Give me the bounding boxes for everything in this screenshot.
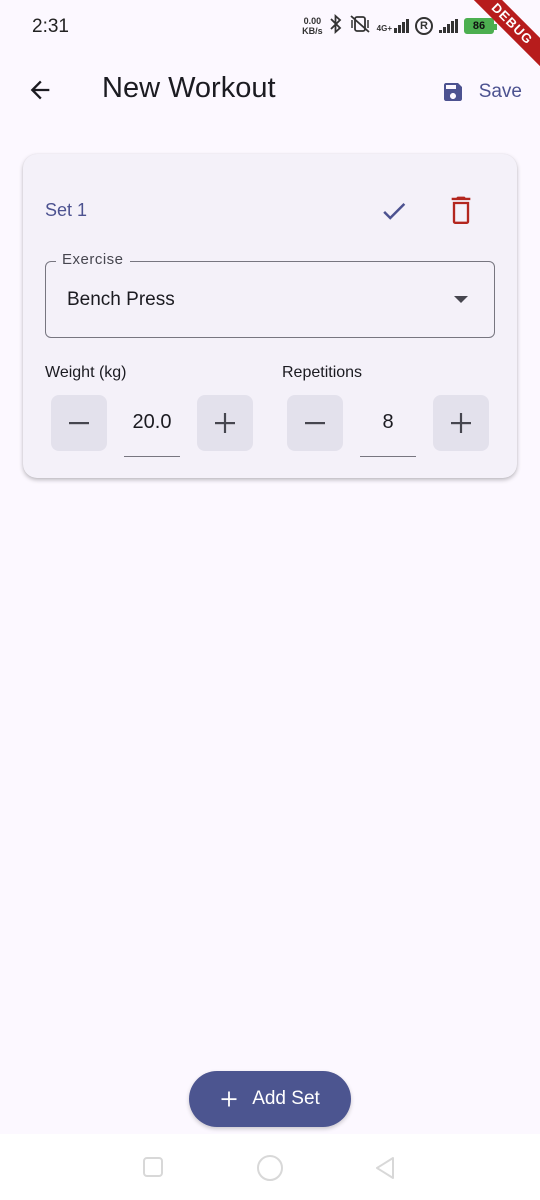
vibrate-off-icon bbox=[349, 14, 371, 37]
nav-back-icon[interactable] bbox=[374, 1156, 396, 1185]
page-title: New Workout bbox=[102, 72, 276, 104]
app-bar: New Workout Save bbox=[0, 52, 540, 132]
signal-bars-icon bbox=[394, 18, 409, 33]
plus-icon bbox=[221, 1091, 237, 1107]
roaming-icon: R bbox=[415, 16, 433, 35]
repetitions-label: Repetitions bbox=[282, 364, 363, 381]
net-speed: 0.00 KB/s bbox=[302, 16, 323, 36]
bluetooth-icon bbox=[329, 13, 343, 37]
delete-set-button[interactable] bbox=[447, 194, 475, 226]
mobile-data-icon: 4G+ bbox=[376, 18, 409, 33]
set-title: Set 1 bbox=[45, 200, 88, 220]
battery-icon: 86 bbox=[464, 17, 497, 34]
net-speed-unit: KB/s bbox=[302, 25, 323, 36]
weight-label: Weight (kg) bbox=[45, 364, 127, 381]
weight-decrement-button[interactable] bbox=[51, 395, 107, 451]
reps-decrement-button[interactable] bbox=[287, 395, 343, 451]
status-bar: 2:31 0.00 KB/s 4G+ R 86 DEBUG bbox=[0, 0, 540, 74]
save-label: Save bbox=[478, 81, 522, 102]
set-card: Set 1 Exercise Bench Press Weight (kg) R… bbox=[23, 154, 517, 478]
plus-icon bbox=[451, 413, 471, 433]
arrow-back-icon bbox=[30, 80, 50, 100]
home-icon[interactable] bbox=[257, 1155, 283, 1181]
reps-increment-button[interactable] bbox=[433, 395, 489, 451]
exercise-label: Exercise bbox=[56, 251, 130, 268]
add-set-button[interactable]: Add Set bbox=[189, 1071, 351, 1127]
exercise-dropdown[interactable]: Exercise Bench Press bbox=[45, 251, 495, 338]
status-icons: 0.00 KB/s 4G+ R 86 bbox=[302, 13, 497, 37]
status-time: 2:31 bbox=[32, 16, 69, 37]
signal-icon bbox=[439, 18, 458, 33]
add-set-label: Add Set bbox=[252, 1088, 320, 1109]
weight-increment-button[interactable] bbox=[197, 395, 253, 451]
exercise-value: Bench Press bbox=[67, 289, 175, 310]
check-icon bbox=[383, 202, 406, 220]
minus-icon bbox=[305, 422, 325, 425]
network-type: 4G+ bbox=[376, 23, 392, 33]
dropdown-arrow-icon bbox=[454, 296, 468, 303]
recents-icon[interactable] bbox=[143, 1157, 163, 1177]
plus-icon bbox=[215, 413, 235, 433]
reps-input[interactable]: 8 bbox=[360, 395, 416, 457]
save-icon bbox=[443, 83, 462, 101]
net-speed-value: 0.00 bbox=[303, 15, 322, 26]
weight-input[interactable]: 20.0 bbox=[124, 395, 180, 457]
confirm-set-button[interactable] bbox=[379, 196, 409, 226]
save-button[interactable]: Save bbox=[441, 76, 522, 108]
system-nav-bar bbox=[0, 1134, 540, 1200]
trash-icon bbox=[451, 196, 471, 224]
minus-icon bbox=[69, 422, 89, 425]
back-button[interactable] bbox=[22, 72, 58, 108]
